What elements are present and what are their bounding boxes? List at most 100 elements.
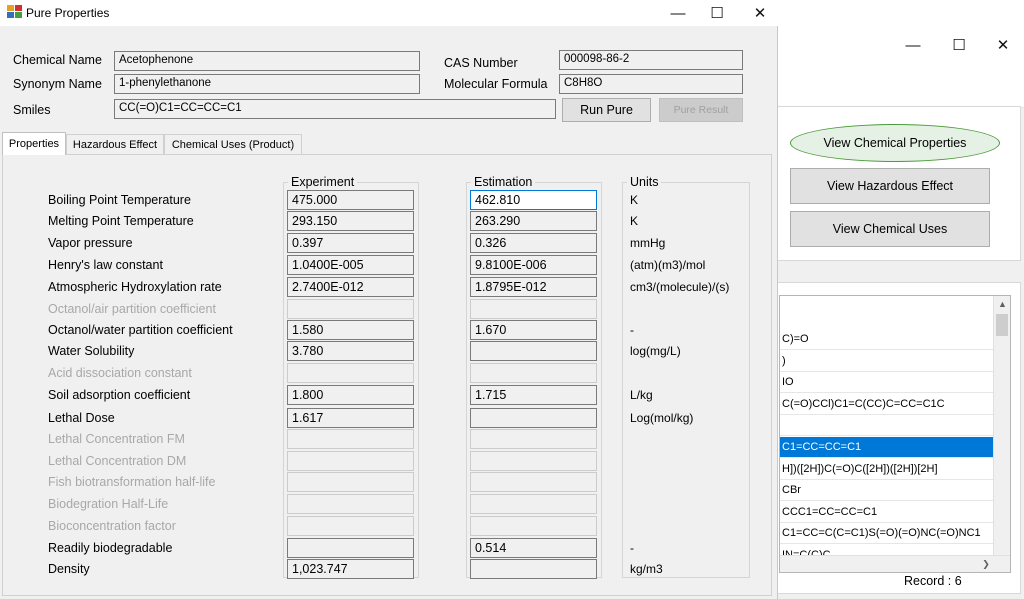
estimation-value[interactable]: 263.290 [470, 211, 597, 231]
list-item[interactable]: H])([2H])C(=O)C([2H])([2H])[2H] [780, 459, 994, 480]
bg-maximize-button[interactable]: ☐ [939, 30, 979, 60]
molecular-formula-label: Molecular Formula [444, 77, 548, 91]
estimation-value[interactable]: 462.810 [470, 190, 597, 210]
bg-close-button[interactable]: ✕ [983, 30, 1023, 60]
scroll-up-icon[interactable]: ▲ [994, 296, 1010, 312]
scroll-right-icon[interactable]: ❯ [978, 556, 994, 572]
chemical-name-field[interactable]: Acetophenone [114, 51, 420, 71]
property-label: Readily biodegradable [48, 541, 173, 555]
experiment-value[interactable]: 1.800 [287, 385, 414, 405]
maximize-button[interactable]: ☐ [697, 0, 737, 28]
estimation-value[interactable] [470, 299, 597, 319]
experiment-value[interactable]: 475.000 [287, 190, 414, 210]
smiles-field[interactable]: CC(=O)C1=CC=CC=C1 [114, 99, 556, 119]
minimize-button[interactable]: — [658, 0, 698, 28]
list-item[interactable]: CCC1=CC=CC=C1 [780, 502, 994, 523]
experiment-value[interactable] [287, 472, 414, 492]
estimation-value[interactable] [470, 559, 597, 579]
estimation-value[interactable]: 1.8795E-012 [470, 277, 597, 297]
experiment-value[interactable]: 3.780 [287, 341, 414, 361]
experiment-value[interactable] [287, 451, 414, 471]
list-item[interactable]: C1=CC=C(C=C1)S(=O)(=O)NC(=O)NC1 [780, 523, 994, 545]
property-label: Vapor pressure [48, 236, 133, 250]
unit-label: K [630, 193, 639, 207]
experiment-value[interactable]: 0.397 [287, 233, 414, 253]
list-item[interactable]: ) [780, 351, 994, 372]
estimation-value[interactable] [470, 494, 597, 514]
list-vertical-scrollbar[interactable]: ▲ [993, 296, 1010, 556]
property-label: Boiling Point Temperature [48, 193, 191, 207]
estimation-value[interactable] [470, 516, 597, 536]
experiment-value[interactable] [287, 363, 414, 383]
unit-label: kg/m3 [630, 562, 663, 576]
list-item[interactable]: CBr [780, 480, 994, 502]
experiment-value[interactable] [287, 494, 414, 514]
experiment-value[interactable]: 1.617 [287, 408, 414, 428]
experiment-value[interactable] [287, 299, 414, 319]
estimation-value[interactable]: 1.670 [470, 320, 597, 340]
scroll-thumb[interactable] [996, 314, 1008, 336]
bg-action-panel: View Chemical Properties View Hazardous … [777, 106, 1021, 261]
estimation-value[interactable]: 1.715 [470, 385, 597, 405]
property-label: Biodegration Half-Life [48, 497, 169, 511]
estimation-value[interactable] [470, 451, 597, 471]
run-pure-button[interactable]: Run Pure [562, 98, 651, 122]
property-label: Lethal Concentration DM [48, 454, 187, 468]
experiment-value[interactable] [287, 429, 414, 449]
unit-label: mmHg [630, 236, 666, 250]
property-label: Bioconcentration factor [48, 519, 176, 533]
experiment-header: Experiment [288, 175, 358, 189]
bg-titlebar: — ☐ ✕ [771, 26, 1024, 60]
experiment-value[interactable]: 2.7400E-012 [287, 277, 414, 297]
app-icon [7, 5, 22, 18]
bg-menubar [771, 60, 1024, 108]
chemical-list[interactable]: C1=CC2=C(SC3=C(C=CC=C3)N2CCCNCFIN=C(C)CC… [779, 295, 1011, 573]
view-chemical-properties-button[interactable]: View Chemical Properties [790, 124, 1000, 162]
view-chemical-uses-button[interactable]: View Chemical Uses [790, 211, 990, 247]
estimation-value[interactable]: 0.514 [470, 538, 597, 558]
cas-number-label: CAS Number [444, 56, 518, 70]
bg-minimize-button[interactable]: — [893, 30, 933, 60]
experiment-value[interactable] [287, 538, 414, 558]
list-horizontal-scrollbar[interactable]: ❯ [780, 555, 1010, 572]
estimation-header: Estimation [471, 175, 536, 189]
estimation-value[interactable] [470, 408, 597, 428]
view-hazardous-effect-button[interactable]: View Hazardous Effect [790, 168, 990, 204]
list-item[interactable]: C(=O)CCl)C1=C(CC)C=CC=C1C [780, 394, 994, 415]
pure-result-button[interactable]: Pure Result [659, 98, 743, 122]
list-item[interactable]: IO [780, 372, 994, 394]
list-item[interactable]: C1=CC=CC=C1 [780, 437, 994, 458]
cas-number-field[interactable]: 000098-86-2 [559, 50, 743, 70]
molecular-formula-field[interactable]: C8H8O [559, 74, 743, 94]
window-title: Pure Properties [26, 6, 110, 20]
estimation-value[interactable]: 0.326 [470, 233, 597, 253]
pure-properties-window: Pure Properties — ☐ ✕ Chemical Name Acet… [0, 0, 778, 599]
chemical-name-label: Chemical Name [13, 53, 102, 67]
estimation-value[interactable]: 9.8100E-006 [470, 255, 597, 275]
unit-label: Log(mol/kg) [630, 411, 694, 425]
property-label: Water Solubility [48, 344, 135, 358]
close-button[interactable]: ✕ [740, 0, 780, 28]
property-label: Acid dissociation constant [48, 366, 192, 380]
experiment-value[interactable]: 293.150 [287, 211, 414, 231]
estimation-value[interactable] [470, 472, 597, 492]
tab-chemical-uses[interactable]: Chemical Uses (Product) [164, 134, 302, 154]
synonym-name-field[interactable]: 1-phenylethanone [114, 74, 420, 94]
property-label: Atmospheric Hydroxylation rate [48, 280, 222, 294]
estimation-value[interactable] [470, 429, 597, 449]
unit-label: log(mg/L) [630, 344, 681, 358]
list-item[interactable]: C)=O [780, 329, 994, 350]
titlebar: Pure Properties — ☐ ✕ [0, 0, 778, 26]
unit-label: - [630, 541, 634, 555]
tab-properties[interactable]: Properties [2, 132, 66, 155]
estimation-value[interactable] [470, 341, 597, 361]
estimation-value[interactable] [470, 363, 597, 383]
experiment-value[interactable] [287, 516, 414, 536]
background-window: — ☐ ✕ View Chemical Properties View Haza… [770, 26, 1024, 599]
experiment-value[interactable]: 1,023.747 [287, 559, 414, 579]
property-label: Lethal Concentration FM [48, 432, 185, 446]
list-item[interactable] [780, 415, 994, 437]
tab-hazardous-effect[interactable]: Hazardous Effect [66, 134, 164, 154]
experiment-value[interactable]: 1.0400E-005 [287, 255, 414, 275]
experiment-value[interactable]: 1.580 [287, 320, 414, 340]
